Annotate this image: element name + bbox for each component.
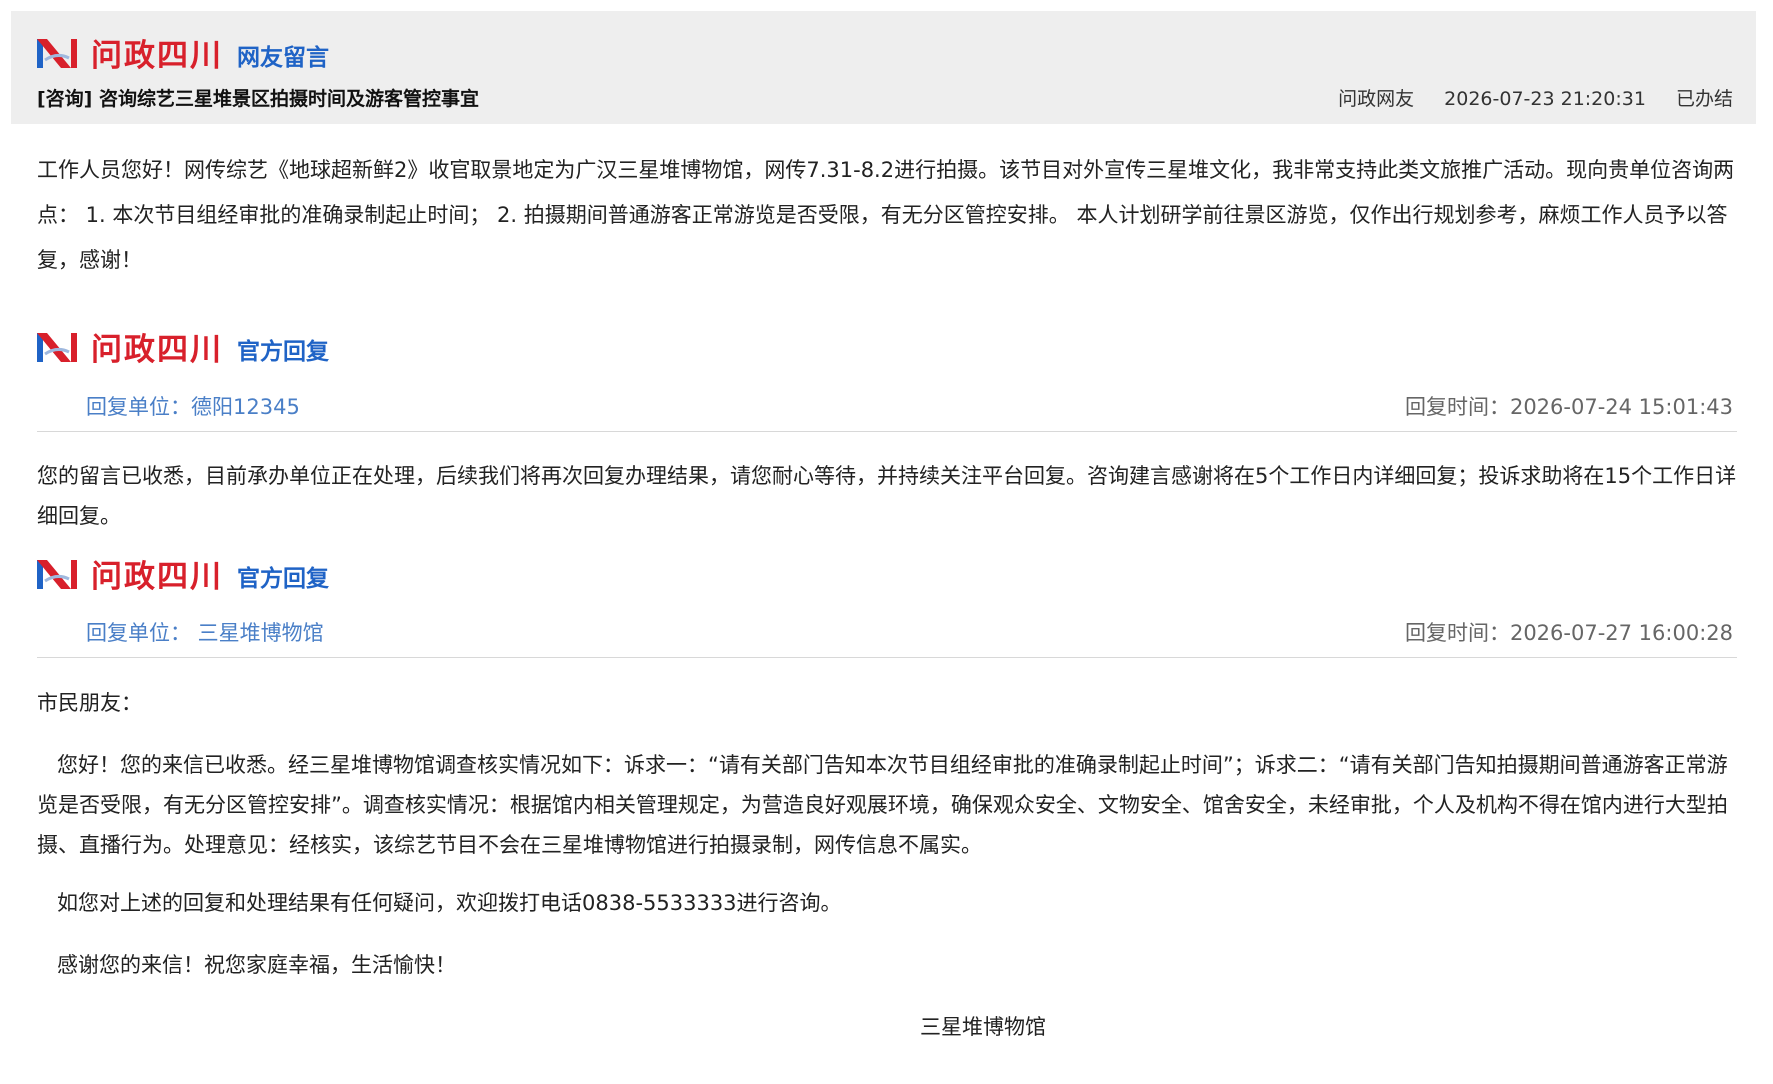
message-author: 问政网友 (1338, 88, 1415, 110)
official-reply-label: 官方回复 (237, 565, 329, 592)
reply-paragraph: 感谢您的来信！祝您家庭幸福，生活愉快！ (57, 953, 456, 977)
official-reply-label: 官方回复 (237, 338, 329, 365)
reply-time: 回复时间：2026-07-24 15:01:43 (1404, 395, 1733, 419)
message-subject: [咨询] 咨询综艺三星堆景区拍摄时间及游客管控事宜 (37, 88, 479, 110)
reply-greeting: 市民朋友： (37, 691, 142, 715)
brand-header-reply-1: 问政四川 官方回复 (37, 324, 329, 369)
status-badge: 已办结 (1675, 88, 1733, 110)
reply-unit: 回复单位：德阳12345 (86, 395, 300, 419)
message-datetime: 2026-07-23 21:20:31 (1444, 88, 1646, 110)
section-label: 网友留言 (237, 44, 329, 71)
divider (37, 431, 1737, 432)
reply-unit: 回复单位： 三星堆博物馆 (86, 621, 324, 645)
wenzheng-sichuan-logo-icon (37, 38, 77, 68)
divider (37, 657, 1737, 658)
brand-name: 问政四川 (91, 332, 223, 368)
wenzheng-sichuan-logo-icon (37, 559, 77, 589)
brand-header-reply-2: 问政四川 官方回复 (37, 551, 329, 596)
message-meta: 问政网友 2026-07-23 21:20:31 已办结 (1314, 84, 1733, 111)
reply-paragraph: 您好！您的来信已收悉。经三星堆博物馆调查核实情况如下：诉求一：“请有关部门告知本… (37, 753, 1728, 857)
wenzheng-sichuan-logo-icon (37, 332, 77, 362)
reply-body: 您的留言已收悉，目前承办单位正在处理，后续我们将再次回复办理结果，请您耐心等待，… (37, 464, 1737, 528)
brand-name: 问政四川 (91, 38, 223, 74)
message-body: 工作人员您好！网传综艺《地球超新鲜2》收官取景地定为广汉三星堆博物馆，网传7.3… (37, 158, 1735, 272)
message-detail-page: 问政四川 网友留言 [咨询] 咨询综艺三星堆景区拍摄时间及游客管控事宜 问政网友… (0, 0, 1773, 1084)
reply-time: 回复时间：2026-07-27 16:00:28 (1404, 621, 1733, 645)
brand-header-message: 问政四川 网友留言 (37, 30, 329, 75)
reply-paragraph: 如您对上述的回复和处理结果有任何疑问，欢迎拨打电话0838-5533333进行咨… (57, 891, 842, 915)
reply-signature: 三星堆博物馆 (920, 1015, 1046, 1039)
brand-name: 问政四川 (91, 559, 223, 595)
